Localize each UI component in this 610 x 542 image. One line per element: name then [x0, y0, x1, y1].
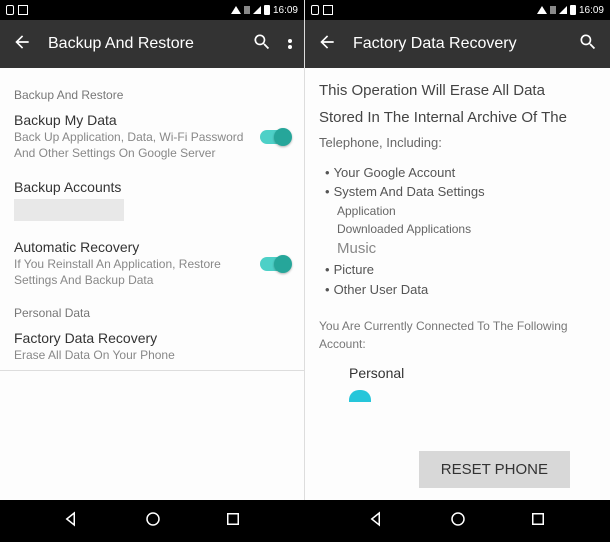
page-title: Backup And Restore: [48, 35, 236, 53]
tab-icon: [311, 5, 319, 15]
status-time: 16:09: [579, 5, 604, 16]
app-bar: Factory Data Recovery: [305, 20, 610, 68]
tab-icon: [6, 5, 14, 15]
connected-text: You Are Currently Connected To The Follo…: [319, 317, 596, 353]
square-icon: [323, 5, 333, 15]
back-icon[interactable]: [317, 32, 337, 57]
wifi-icon: [231, 6, 241, 14]
app-bar: Backup And Restore: [0, 20, 304, 68]
backup-account-value: [14, 199, 124, 221]
nav-home-icon[interactable]: [449, 510, 467, 533]
list-item: Your Google Account: [319, 163, 596, 183]
automatic-recovery-item[interactable]: Automatic Recovery If You Reinstall An A…: [14, 239, 290, 288]
signal-icon: [559, 6, 567, 14]
status-bar: 16:09: [305, 0, 610, 20]
section-backup-restore: Backup And Restore: [14, 88, 290, 102]
list-sub-item: Music: [319, 238, 596, 261]
backup-my-data-title: Backup My Data: [14, 112, 290, 128]
back-icon[interactable]: [12, 32, 32, 57]
list-item: Other User Data: [319, 280, 596, 300]
signal-icon: [253, 6, 261, 14]
account-avatar-icon: [349, 390, 371, 402]
battery-icon: [264, 5, 270, 15]
nav-recent-icon[interactable]: [529, 510, 547, 533]
erase-list: Your Google Account System And Data Sett…: [319, 163, 596, 300]
factory-data-recovery-sub: Erase All Data On Your Phone: [14, 348, 290, 364]
intro-line2: Stored In The Internal Archive Of The: [319, 107, 596, 130]
intro-line1: This Operation Will Erase All Data: [319, 80, 596, 103]
automatic-recovery-toggle[interactable]: [260, 257, 290, 271]
nav-back-icon[interactable]: [368, 510, 386, 533]
square-icon: [18, 5, 28, 15]
list-sub-item: Downloaded Applications: [319, 220, 596, 238]
nav-back-icon[interactable]: [63, 510, 81, 533]
navigation-bar: [0, 500, 610, 542]
factory-data-recovery-title: Factory Data Recovery: [14, 330, 290, 346]
battery-icon: [570, 5, 576, 15]
automatic-recovery-title: Automatic Recovery: [14, 239, 290, 255]
sim-icon: [550, 6, 556, 14]
divider: [0, 370, 304, 371]
intro-line3: Telephone, Including:: [319, 133, 596, 153]
backup-my-data-item[interactable]: Backup My Data Back Up Application, Data…: [14, 112, 290, 161]
list-item: System And Data Settings: [319, 182, 596, 202]
backup-my-data-toggle[interactable]: [260, 130, 290, 144]
section-personal-data: Personal Data: [14, 306, 290, 320]
list-sub-item: Application: [319, 202, 596, 220]
sim-icon: [244, 6, 250, 14]
factory-data-recovery-item[interactable]: Factory Data Recovery Erase All Data On …: [14, 330, 290, 364]
overflow-menu-icon[interactable]: [288, 39, 292, 49]
search-icon[interactable]: [578, 32, 598, 57]
automatic-recovery-sub: If You Reinstall An Application, Restore…: [14, 257, 290, 288]
page-title: Factory Data Recovery: [353, 35, 562, 53]
reset-phone-button[interactable]: RESET PHONE: [419, 451, 570, 488]
status-time: 16:09: [273, 5, 298, 16]
backup-my-data-sub: Back Up Application, Data, Wi-Fi Passwor…: [14, 130, 290, 161]
backup-accounts-title: Backup Accounts: [14, 179, 290, 195]
nav-recent-icon[interactable]: [224, 510, 242, 533]
account-name: Personal: [349, 363, 596, 384]
list-item: Picture: [319, 260, 596, 280]
backup-accounts-item[interactable]: Backup Accounts: [14, 179, 290, 221]
wifi-icon: [537, 6, 547, 14]
status-bar: 16:09: [0, 0, 304, 20]
search-icon[interactable]: [252, 32, 272, 57]
nav-home-icon[interactable]: [144, 510, 162, 533]
